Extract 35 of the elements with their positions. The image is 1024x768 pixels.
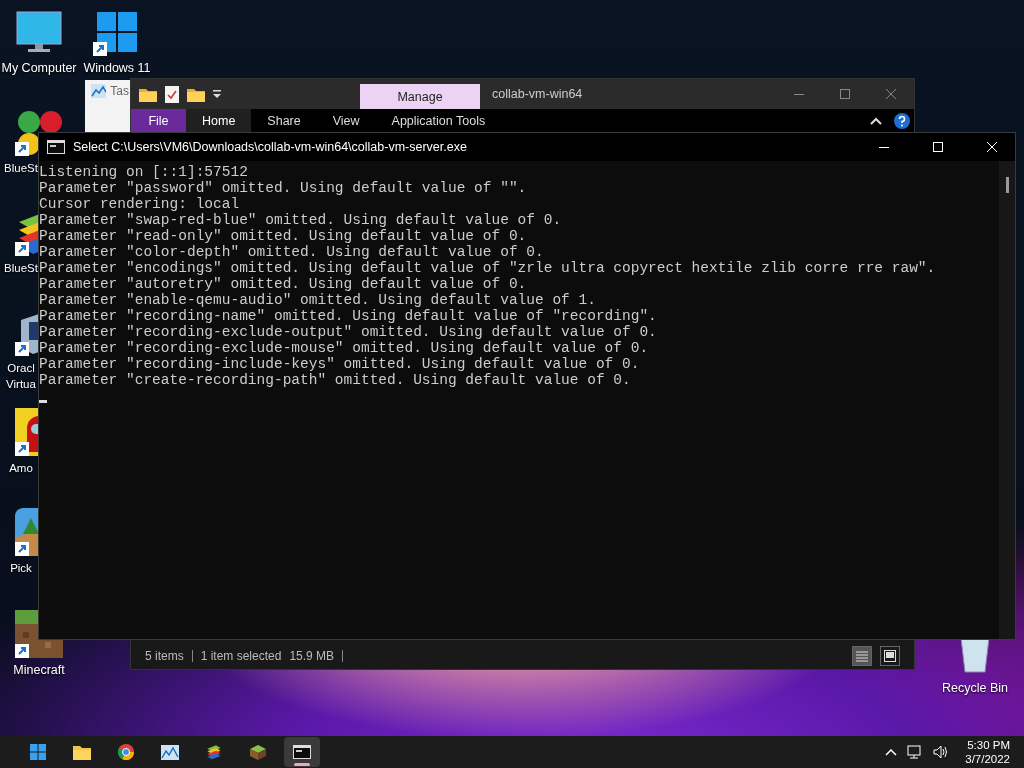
- window-title: Select C:\Users\VM6\Downloads\collab-vm-win64\collab-vm-server.exe: [73, 140, 468, 154]
- console-line: Parameter "read-only" omitted. Using default value of 0.: [39, 228, 528, 244]
- window-title: collab-vm-win64: [491, 86, 584, 103]
- ribbon-tab[interactable]: Home: [186, 109, 252, 133]
- console-line: Parameter "enable-qemu-audio" omitted. Using default value of 1.: [39, 292, 597, 308]
- time-text: 5:30 PM: [967, 738, 1010, 752]
- desktop-icon-label[interactable]: Windows 11: [83, 60, 151, 76]
- desktop-icon-label[interactable]: Amo: [4, 460, 38, 476]
- console-line: Parameter "recording-include-keys" omitted. Using default value of 0.: [39, 356, 641, 372]
- console-line: Parameter "recording-exclude-output" omitted. Using default value of 0.: [39, 324, 658, 340]
- status-text: 5 items: [145, 649, 184, 663]
- console-line: Parameter "password" omitted. Using default value of "".: [39, 180, 528, 196]
- manage-tab[interactable]: Manage: [360, 84, 480, 109]
- console-line: Parameter "swap-red-blue" omitted. Using default value of 0.: [39, 212, 563, 228]
- clock[interactable]: 5:30 PM 3/7/2022: [965, 738, 1010, 766]
- desktop-icon-label[interactable]: Recycle Bin: [942, 680, 1008, 696]
- console-line: Parameter "encodings" omitted. Using default value of "zrle ultra copyrect hextile zlib corre rre raw".: [39, 260, 937, 276]
- console-line: Listening on [::1]:57512: [39, 164, 249, 180]
- desktop-icon-label[interactable]: BlueSt: [4, 260, 38, 276]
- desktop-icon-label[interactable]: BlueSt: [4, 160, 38, 176]
- console-line: Parameter "recording-exclude-mouse" omitted. Using default value of 0.: [39, 340, 650, 356]
- status-text: 1 item selected: [200, 649, 282, 663]
- window-title: Tas: [110, 84, 129, 98]
- console-line: Parameter "recording-name" omitted. Using default value of "recording".: [39, 308, 658, 324]
- status-text: 15.9 MB: [289, 649, 335, 663]
- desktop-icon-label[interactable]: My Computer: [1, 60, 77, 76]
- desktop-icon-label[interactable]: Pick: [4, 560, 38, 576]
- console-line: Cursor rendering: local: [39, 196, 241, 212]
- console-line: Parameter "create-recording-path" omitted. Using default value of 0.: [39, 372, 632, 388]
- date-text: 3/7/2022: [965, 752, 1010, 766]
- desktop-icon-label[interactable]: Minecraft: [13, 662, 65, 678]
- desktop-icon-label[interactable]: Oracl Virtua: [4, 360, 38, 392]
- console-line: Parameter "autoretry" omitted. Using default value of 0.: [39, 276, 528, 292]
- console-line: Parameter "color-depth" omitted. Using default value of 0.: [39, 244, 545, 260]
- file-menu-button[interactable]: File: [131, 109, 186, 133]
